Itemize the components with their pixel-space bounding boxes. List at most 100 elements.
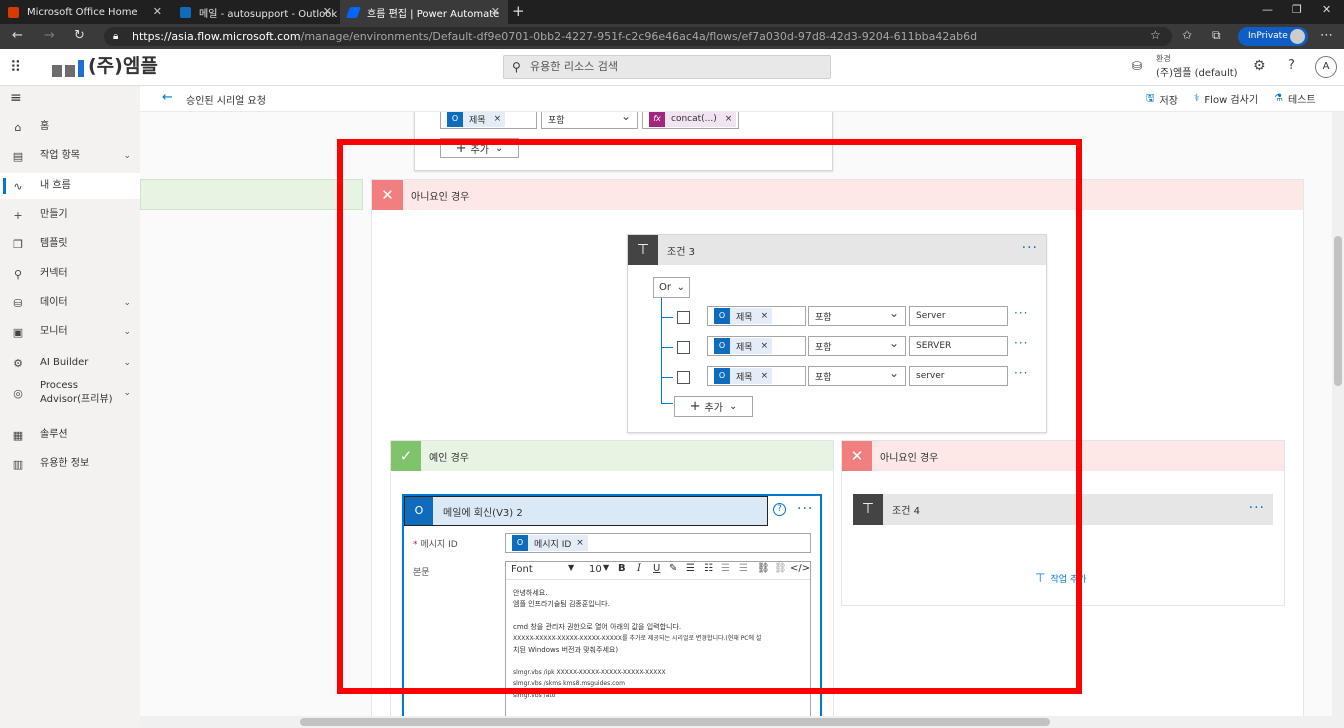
command-bar: ← 승인된 시리얼 요청 🖫︎ 저장 ⚕ Flow 검사기 ⚗ 테스트 [140,86,1344,112]
browser-tab-bar: Microsoft Office Home ✕ 메일 - autosupport… [0,0,1344,24]
user-avatar[interactable]: A [1315,56,1337,78]
flow-canvas[interactable]: O제목× 포함 fxconcat(...)× +추가⌄ ✕ 아니요인 경우 ⊤ … [140,112,1332,716]
app-header: ⠿ (주)엠플 ⚲ 유용한 리소스 검색 ⛁ 환경 (주)엠플 (default… [0,49,1344,86]
condition-left-field[interactable]: O 제목 × [440,112,537,129]
chevron-down-icon: ⌄ [123,298,131,308]
expression-chip[interactable]: fx concat(...) × [649,112,737,127]
save-button[interactable]: 🖫︎ 저장 [1146,91,1178,108]
ai-builder-icon: ⚙ [13,356,23,370]
connector-icon: ⚲ [13,267,23,281]
monitor-icon: ▣ [12,325,24,339]
back-arrow-icon[interactable]: ← [162,90,173,105]
lock-icon: 🔒︎ [113,31,119,42]
inprivate-badge[interactable]: InPrivate [1238,27,1308,46]
environment-picker[interactable]: 환경 (주)엠플 (default) [1156,53,1238,79]
flow-title: 승인된 시리얼 요청 [186,96,266,107]
minimize-icon[interactable]: — [1262,3,1273,16]
stethoscope-icon: ⚕ [1194,93,1200,104]
flow-icon: ∿ [13,179,23,193]
outlook-icon [180,6,191,18]
nav-item-label: 유용한 정보 [40,458,90,469]
collections-icon[interactable]: ⧉ [1212,28,1221,43]
tab-title: 메일 - autosupport - Outlook [199,8,338,20]
nav-item-label: 홈 [40,121,50,132]
nav-item[interactable]: ▣ 모니터 ⌄ [0,319,140,345]
chevron-down-icon: ⌄ [123,388,131,398]
function-icon: fx [649,112,665,127]
condition-right-field[interactable]: fx concat(...) × [642,112,739,129]
nav-item[interactable]: ◎ Process Advisor(프리뷰) ⌄ [0,376,140,410]
scrollbar-thumb[interactable] [300,718,1050,726]
search-input[interactable]: ⚲ 유용한 리소스 검색 [503,55,831,79]
close-icon[interactable]: ✕ [153,5,162,18]
nav-item[interactable]: ⌂ 홈 [0,114,140,140]
app-launcher-icon[interactable]: ⠿ [10,58,21,76]
refresh-icon[interactable]: ↻ [74,28,85,43]
operator-value: 포함 [548,115,565,126]
test-button[interactable]: ⚗ 테스트 [1274,91,1316,106]
back-icon[interactable]: ← [12,28,23,43]
close-icon[interactable]: ✕ [491,5,500,18]
favorites-icon[interactable]: ✩ [1182,28,1192,42]
favorite-star-icon[interactable]: ☆ [1150,28,1161,42]
operator-dropdown[interactable]: 포함 [541,112,638,129]
process-advisor-icon: ◎ [13,386,23,400]
new-tab-icon[interactable]: + [512,2,525,20]
remove-icon[interactable]: × [494,114,502,124]
tab-power-automate[interactable]: 흐름 편집 | Power Automate ✕ [340,0,508,24]
nav-item-label: 내 흐름 [40,180,71,191]
clipboard-icon: ▤ [12,149,24,163]
remove-icon[interactable]: × [725,114,733,124]
address-bar-row: ← → ↻ 🔒︎ https://asia.flow.microsoft.com… [0,24,1344,49]
nav-item[interactable]: ▦ 솔루션 [0,422,140,448]
nav-item[interactable]: ❐ 템플릿 [0,231,140,257]
environment-icon: ⛁ [1132,59,1143,73]
profile-avatar [1290,29,1305,44]
nav-item[interactable]: ⛁ 데이터 ⌄ [0,290,140,316]
flow-checker-label: Flow 검사기 [1204,95,1259,106]
nav-item[interactable]: ▤ 작업 항목 ⌄ [0,143,140,169]
dynamic-content-chip[interactable]: O 제목 × [447,112,506,127]
search-icon: ⚲ [512,60,521,74]
nav-item-label: 템플릿 [40,238,68,249]
close-icon[interactable]: ✕ [323,5,332,18]
chevron-down-icon: ⌄ [123,358,131,368]
template-icon: ❐ [13,237,23,251]
close-window-icon[interactable]: ✕ [1322,3,1331,16]
plus-icon: + [13,208,23,222]
chip-label: 제목 [469,115,486,126]
more-icon[interactable]: ⋯ [1320,28,1333,43]
nav-item-label: 모니터 [40,326,68,337]
restore-icon[interactable]: ❐ [1292,3,1302,16]
nav-item[interactable]: + 만들기 [0,202,140,228]
help-icon[interactable]: ? [1288,58,1295,73]
solution-icon: ▦ [12,428,24,442]
inprivate-label: InPrivate [1248,31,1288,41]
settings-gear-icon[interactable]: ⚙ [1253,58,1266,74]
test-label: 테스트 [1287,95,1316,106]
nav-item-label: 작업 항목 [40,150,80,161]
nav-item[interactable]: ▥ 유용한 정보 [0,451,140,477]
logo-mark [78,60,84,77]
chevron-down-icon: ⌄ [123,327,131,337]
forward-icon[interactable]: → [44,28,55,43]
more-options-icon[interactable]: ··· [1249,500,1265,516]
vertical-scrollbar[interactable] [1332,112,1344,716]
scrollbar-thumb[interactable] [1334,236,1342,386]
tab-outlook[interactable]: 메일 - autosupport - Outlook ✕ [172,0,340,24]
hamburger-menu-icon[interactable]: ≡ [10,90,22,106]
nav-item[interactable]: ∿ 내 흐름 [0,173,140,199]
tab-office-home[interactable]: Microsoft Office Home ✕ [0,0,170,24]
logo-mark [65,65,75,77]
tab-title: Microsoft Office Home [27,6,138,18]
flow-checker-button[interactable]: ⚕ Flow 검사기 [1194,91,1258,106]
url-path: /manage/environments/Default-df9e0701-0b… [300,30,978,43]
company-logo[interactable]: (주)엠플 [52,56,158,77]
nav-item[interactable]: ⚲ 커넥터 [0,261,140,287]
nav-item-label: Process Advisor(프리뷰) [40,380,113,405]
nav-item-label: 커넥터 [40,268,68,279]
nav-item[interactable]: ⚙ AI Builder ⌄ [0,350,140,376]
save-label: 저장 [1159,96,1178,107]
url-field[interactable]: 🔒︎ https://asia.flow.microsoft.com/manag… [104,27,1172,46]
horizontal-scrollbar[interactable] [140,716,1344,728]
